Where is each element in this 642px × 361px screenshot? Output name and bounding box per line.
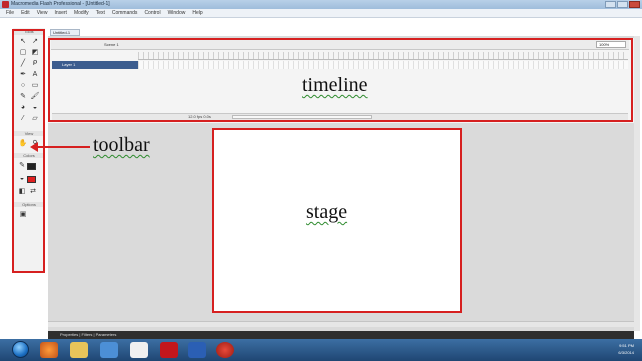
menu-help[interactable]: Help <box>192 10 202 16</box>
menu-insert[interactable]: Insert <box>54 10 67 16</box>
menu-view[interactable]: View <box>37 10 48 16</box>
menu-modify[interactable]: Modify <box>74 10 89 16</box>
explorer-folder-icon[interactable] <box>70 342 88 358</box>
menu-commands[interactable]: Commands <box>112 10 138 16</box>
clock-time: 9:51 PM <box>619 343 634 348</box>
menu-file[interactable]: File <box>6 10 14 16</box>
window-title: Macromedia Flash Professional - [Untitle… <box>11 1 110 7</box>
menu-bar: File Edit View Insert Modify Text Comman… <box>0 9 642 18</box>
horizontal-scrollbar[interactable] <box>48 321 634 327</box>
menu-window[interactable]: Window <box>168 10 186 16</box>
vertical-scrollbar[interactable] <box>634 36 640 331</box>
acrobat-icon[interactable] <box>160 342 178 358</box>
toolbar-annotation: toolbar <box>93 134 150 156</box>
properties-panel-tabs[interactable]: Properties | Filters | Parameters <box>60 332 116 338</box>
firefox-icon[interactable] <box>40 342 58 358</box>
chrome-icon[interactable] <box>130 342 148 358</box>
menu-control[interactable]: Control <box>144 10 160 16</box>
maximize-button[interactable] <box>617 1 628 8</box>
menu-edit[interactable]: Edit <box>21 10 30 16</box>
document-tab[interactable]: Untitled-1 <box>50 29 80 36</box>
system-clock: 9:51 PM 6/3/2014 <box>618 342 634 356</box>
toolbar-highlight-box <box>12 29 45 273</box>
start-button-icon[interactable] <box>12 341 29 358</box>
minimize-button[interactable] <box>605 1 616 8</box>
annotation-arrow-line <box>36 146 90 148</box>
media-player-icon[interactable] <box>100 342 118 358</box>
flash-taskbar-icon[interactable] <box>216 342 234 358</box>
stage-annotation: stage <box>306 201 348 223</box>
close-button[interactable] <box>629 1 640 8</box>
clock-date: 6/3/2014 <box>618 350 634 355</box>
taskbar <box>0 339 642 361</box>
word-icon[interactable] <box>188 342 206 358</box>
properties-panel-bar[interactable] <box>48 331 634 339</box>
timeline-annotation: timeline <box>302 74 368 96</box>
flash-app-icon <box>2 1 9 8</box>
menu-text[interactable]: Text <box>96 10 105 16</box>
window-controls <box>605 1 640 8</box>
title-bar: Macromedia Flash Professional - [Untitle… <box>0 0 642 9</box>
annotation-arrow-head <box>30 142 38 152</box>
